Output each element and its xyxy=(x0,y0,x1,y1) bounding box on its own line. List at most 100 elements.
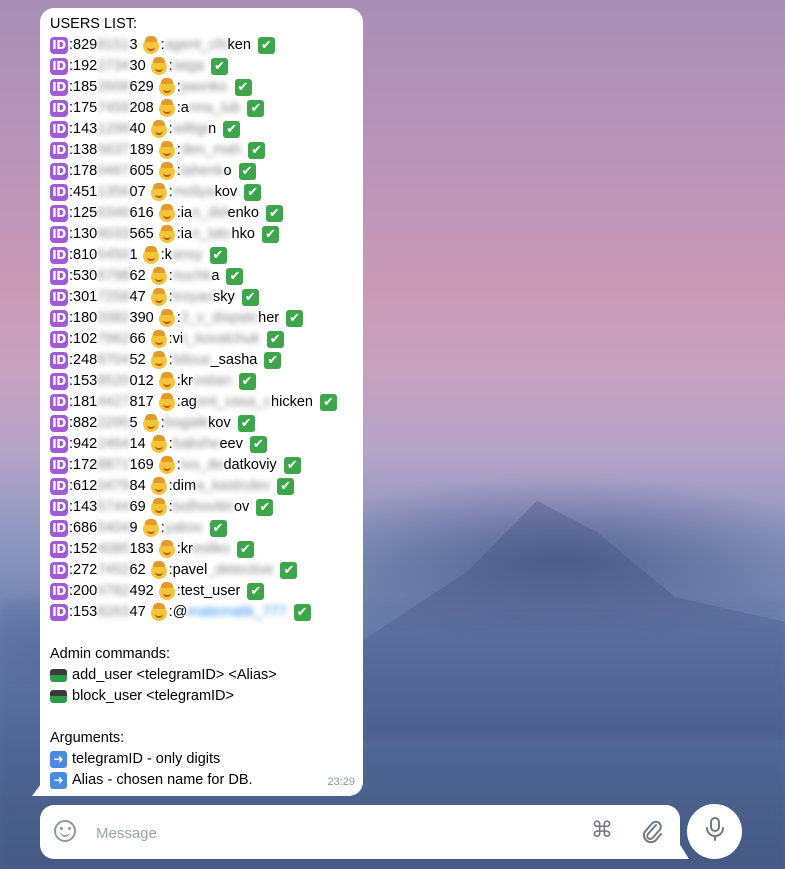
argument-line: ➜ telegramID - only digits xyxy=(50,749,353,770)
user-row: ID:272 7452 62:pavel _detective ✔ xyxy=(50,560,353,581)
user-id-suffix: 66 xyxy=(129,331,146,347)
id-icon: ID xyxy=(50,520,68,537)
id-icon: ID xyxy=(50,121,68,138)
user-id-redacted: 4085 xyxy=(97,541,130,557)
check-mark-icon: ✔ xyxy=(249,436,267,453)
id-icon: ID xyxy=(50,478,68,495)
user-id-redacted: 8704 xyxy=(97,352,130,368)
person-face-icon xyxy=(158,203,175,222)
user-id-suffix: 169 xyxy=(129,457,154,473)
user-id-redacted: 7452 xyxy=(97,562,130,578)
user-alias-redacted: _detective xyxy=(207,562,274,578)
user-id-prefix: :143 xyxy=(69,499,98,515)
user-id-suffix: 605 xyxy=(129,163,154,179)
check-mark-icon: ✔ xyxy=(264,352,282,369)
argument-line: ➜ Alias - chosen name for DB. xyxy=(50,770,353,791)
user-id-prefix: :175 xyxy=(69,100,98,116)
user-id-prefix: :612 xyxy=(69,478,98,494)
emoji-icon[interactable] xyxy=(54,820,76,842)
person-face-icon xyxy=(150,56,167,75)
user-alias-redacted: bogatk xyxy=(164,415,209,431)
user-id-prefix: :451 xyxy=(69,184,98,200)
id-icon: ID xyxy=(50,331,68,348)
user-id-suffix: 40 xyxy=(129,121,146,137)
user-row: ID:153 8263 47:@ matematik_777 ✔ xyxy=(50,602,353,623)
user-row: ID:143 5744 69: bolhovitin ov ✔ xyxy=(50,497,353,518)
command-line: add_user <telegramID> <Alias> xyxy=(50,665,353,686)
user-alias-prefix: :ag xyxy=(176,394,197,410)
message-composer: ⌘ xyxy=(40,805,680,859)
user-alias-prefix: :ia xyxy=(176,205,193,221)
person-face-icon xyxy=(150,497,167,516)
user-id-suffix: 62 xyxy=(129,268,146,284)
user-id-redacted: 1356 xyxy=(97,184,130,200)
user-alias-suffix: datkoviy xyxy=(223,457,277,473)
user-id-redacted: 5404 xyxy=(97,520,130,536)
user-id-redacted: 2606 xyxy=(97,79,130,95)
user-id-redacted: 8151 xyxy=(97,37,130,53)
user-alias-prefix: :k xyxy=(160,247,172,263)
message-input[interactable] xyxy=(94,819,538,847)
user-alias-redacted: ent_vasa_c xyxy=(196,394,272,410)
user-row: ID:942 2464 14: bakshe eev ✔ xyxy=(50,434,353,455)
check-mark-icon: ✔ xyxy=(238,373,256,390)
check-mark-icon: ✔ xyxy=(236,541,254,558)
keyboard-icon xyxy=(50,669,67,682)
user-id-prefix: :130 xyxy=(69,226,98,242)
id-icon: ID xyxy=(50,394,68,411)
user-row: ID:248 8704 52: bilous _sasha ✔ xyxy=(50,350,353,371)
id-icon: ID xyxy=(50,562,68,579)
user-row: ID:451 1356 07: moliya kov ✔ xyxy=(50,182,353,203)
user-alias-prefix: :pavel xyxy=(168,562,208,578)
user-row: ID:143 1299 40: wiltigi n ✔ xyxy=(50,119,353,140)
person-face-icon xyxy=(150,560,167,579)
person-face-icon xyxy=(158,581,175,600)
command-text: block_user <telegramID> xyxy=(72,688,234,704)
id-icon: ID xyxy=(50,226,68,243)
id-icon: ID xyxy=(50,100,68,117)
user-row: ID:686 5404 9: yakov ✔ xyxy=(50,518,353,539)
id-icon: ID xyxy=(50,268,68,285)
bot-commands-icon[interactable]: ⌘ xyxy=(591,818,613,843)
check-mark-icon: ✔ xyxy=(277,478,295,495)
user-id-suffix: 62 xyxy=(129,562,146,578)
user-alias-redacted: ostian xyxy=(192,373,232,389)
check-mark-icon: ✔ xyxy=(241,289,259,306)
user-alias-suffix: kov xyxy=(214,184,238,200)
person-face-icon xyxy=(158,77,175,96)
user-alias-suffix: ov xyxy=(233,499,250,515)
user-id-prefix: :152 xyxy=(69,541,98,557)
id-icon: ID xyxy=(50,163,68,180)
user-id-suffix: 69 xyxy=(129,499,146,515)
message-time: 23:29 xyxy=(327,776,355,788)
user-id-prefix: :138 xyxy=(69,142,98,158)
user-row: ID:185 2606 629: pasnko ✔ xyxy=(50,77,353,98)
user-id-prefix: :143 xyxy=(69,121,98,137)
paperclip-icon[interactable] xyxy=(640,817,664,845)
user-id-redacted: 2295 xyxy=(97,415,130,431)
microphone-button[interactable] xyxy=(687,804,742,859)
person-face-icon xyxy=(158,308,175,327)
message-bubble[interactable]: USERS LIST: ID:829 8151 3: agent_chi ken ✔ ID:… xyxy=(40,8,363,796)
user-id-prefix: :829 xyxy=(69,37,98,53)
user-id-redacted: 5450 xyxy=(97,247,130,263)
user-id-prefix: :530 xyxy=(69,268,98,284)
user-id-prefix: :178 xyxy=(69,163,98,179)
user-id-suffix: 616 xyxy=(129,205,154,221)
person-face-icon xyxy=(158,98,175,117)
user-id-suffix: 3 xyxy=(129,37,138,53)
person-face-icon xyxy=(158,455,175,474)
person-face-icon xyxy=(158,224,175,243)
user-row: ID:200 4782 492:test_user ✔ xyxy=(50,581,353,602)
user-id-prefix: :180 xyxy=(69,310,98,326)
user-id-suffix: 390 xyxy=(129,310,154,326)
person-face-icon xyxy=(150,329,167,348)
id-icon: ID xyxy=(50,583,68,600)
user-id-suffix: 47 xyxy=(129,289,146,305)
user-alias-suffix: _sasha xyxy=(210,352,258,368)
check-mark-icon: ✔ xyxy=(247,100,265,117)
user-row: ID:125 6346 616:ia n_did enko ✔ xyxy=(50,203,353,224)
person-face-icon xyxy=(150,182,167,201)
id-icon: ID xyxy=(50,415,68,432)
id-icon: ID xyxy=(50,79,68,96)
